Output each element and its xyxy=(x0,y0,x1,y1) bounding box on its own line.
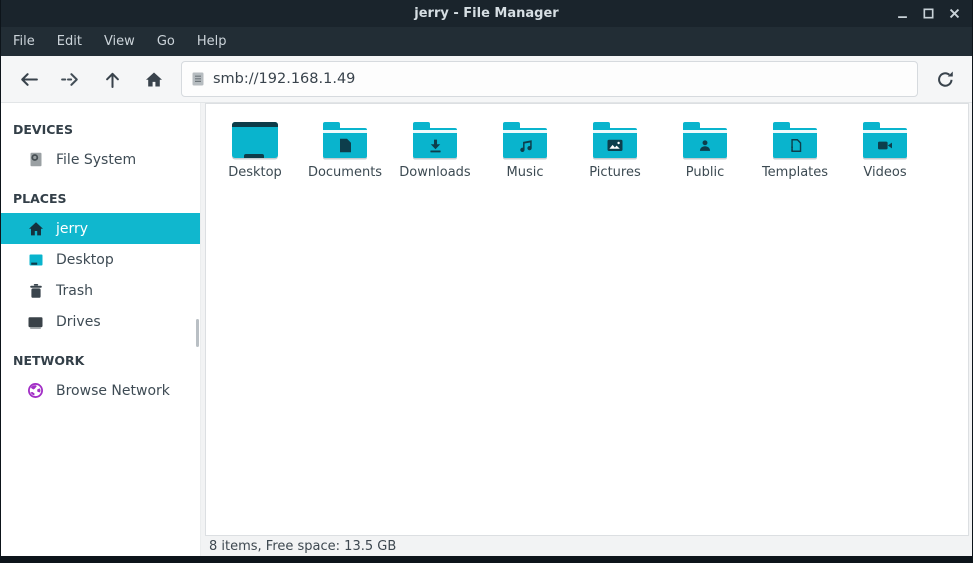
folder-music-icon xyxy=(502,116,548,158)
window-title: jerry - File Manager xyxy=(414,6,558,21)
forward-button[interactable] xyxy=(49,59,91,99)
maximize-icon[interactable] xyxy=(918,4,938,24)
address-bar[interactable]: smb://192.168.1.49 xyxy=(181,61,918,97)
address-text: smb://192.168.1.49 xyxy=(213,71,355,87)
file-item-pictures[interactable]: Pictures xyxy=(570,116,660,196)
home-icon xyxy=(145,71,163,88)
file-label: Pictures xyxy=(589,165,640,180)
sidebar-scrollbar[interactable] xyxy=(196,319,199,347)
menu-file[interactable]: File xyxy=(2,27,46,56)
main-wrap: Desktop Documents xyxy=(201,103,972,556)
file-label: Public xyxy=(686,165,724,180)
file-label: Documents xyxy=(308,165,382,180)
forward-icon xyxy=(60,71,81,88)
file-item-desktop[interactable]: Desktop xyxy=(210,116,300,196)
toolbar: smb://192.168.1.49 xyxy=(1,56,972,103)
window-controls xyxy=(892,0,964,27)
sidebar-header-places: PLACES xyxy=(1,183,200,213)
menu-view[interactable]: View xyxy=(93,27,146,56)
drives-icon xyxy=(27,313,44,330)
location-file-icon xyxy=(192,72,204,86)
statusbar: 8 items, Free space: 13.5 GB xyxy=(205,536,969,556)
folder-pictures-icon xyxy=(592,116,638,158)
sidebar-item-file-system[interactable]: File System xyxy=(1,144,200,175)
close-icon[interactable] xyxy=(944,4,964,24)
menu-help[interactable]: Help xyxy=(186,27,238,56)
sidebar-header-devices: DEVICES xyxy=(1,114,200,144)
sidebar-item-label: Desktop xyxy=(56,252,114,268)
minimize-icon[interactable] xyxy=(892,4,912,24)
up-button[interactable] xyxy=(91,59,133,99)
file-label: Desktop xyxy=(228,165,282,180)
folder-public-icon xyxy=(682,116,728,158)
back-icon xyxy=(18,71,39,88)
menu-go[interactable]: Go xyxy=(146,27,186,56)
file-item-videos[interactable]: Videos xyxy=(840,116,930,196)
menu-edit[interactable]: Edit xyxy=(46,27,93,56)
up-icon xyxy=(104,71,121,88)
trash-icon xyxy=(27,282,44,299)
sidebar-item-browse-network[interactable]: Browse Network xyxy=(1,375,200,406)
file-manager-window: jerry - File Manager File Edit View Go H… xyxy=(0,0,973,563)
sidebar-item-label: jerry xyxy=(56,221,88,237)
file-label: Music xyxy=(507,165,544,180)
desktop-icon xyxy=(232,116,278,158)
back-button[interactable] xyxy=(7,59,49,99)
file-item-downloads[interactable]: Downloads xyxy=(390,116,480,196)
filesystem-drive-icon xyxy=(27,151,44,168)
home-icon xyxy=(27,220,44,237)
folder-documents-icon xyxy=(322,116,368,158)
sidebar-item-label: Trash xyxy=(56,283,93,299)
content-area: DEVICES File System PLACES jerry xyxy=(1,103,972,556)
network-globe-icon xyxy=(27,382,44,399)
home-button[interactable] xyxy=(133,59,175,99)
file-label: Videos xyxy=(863,165,906,180)
sidebar-header-network: NETWORK xyxy=(1,345,200,375)
sidebar-item-desktop[interactable]: Desktop xyxy=(1,244,200,275)
file-item-documents[interactable]: Documents xyxy=(300,116,390,196)
sidebar: DEVICES File System PLACES jerry xyxy=(1,103,201,556)
sidebar-item-trash[interactable]: Trash xyxy=(1,275,200,306)
file-item-templates[interactable]: Templates xyxy=(750,116,840,196)
sidebar-item-label: Browse Network xyxy=(56,383,170,399)
file-label: Templates xyxy=(762,165,828,180)
sidebar-item-drives[interactable]: Drives xyxy=(1,306,200,337)
status-text: 8 items, Free space: 13.5 GB xyxy=(209,539,396,554)
file-label: Downloads xyxy=(399,165,470,180)
folder-downloads-icon xyxy=(412,116,458,158)
file-item-music[interactable]: Music xyxy=(480,116,570,196)
titlebar[interactable]: jerry - File Manager xyxy=(1,0,972,27)
folder-templates-icon xyxy=(772,116,818,158)
sidebar-item-label: File System xyxy=(56,152,136,168)
file-item-public[interactable]: Public xyxy=(660,116,750,196)
desktop-icon xyxy=(27,251,44,268)
menubar: File Edit View Go Help xyxy=(1,27,972,56)
reload-icon xyxy=(936,70,955,89)
sidebar-item-jerry[interactable]: jerry xyxy=(1,213,200,244)
sidebar-item-label: Drives xyxy=(56,314,101,330)
file-view[interactable]: Desktop Documents xyxy=(205,103,969,536)
reload-button[interactable] xyxy=(928,59,962,99)
folder-videos-icon xyxy=(862,116,908,158)
